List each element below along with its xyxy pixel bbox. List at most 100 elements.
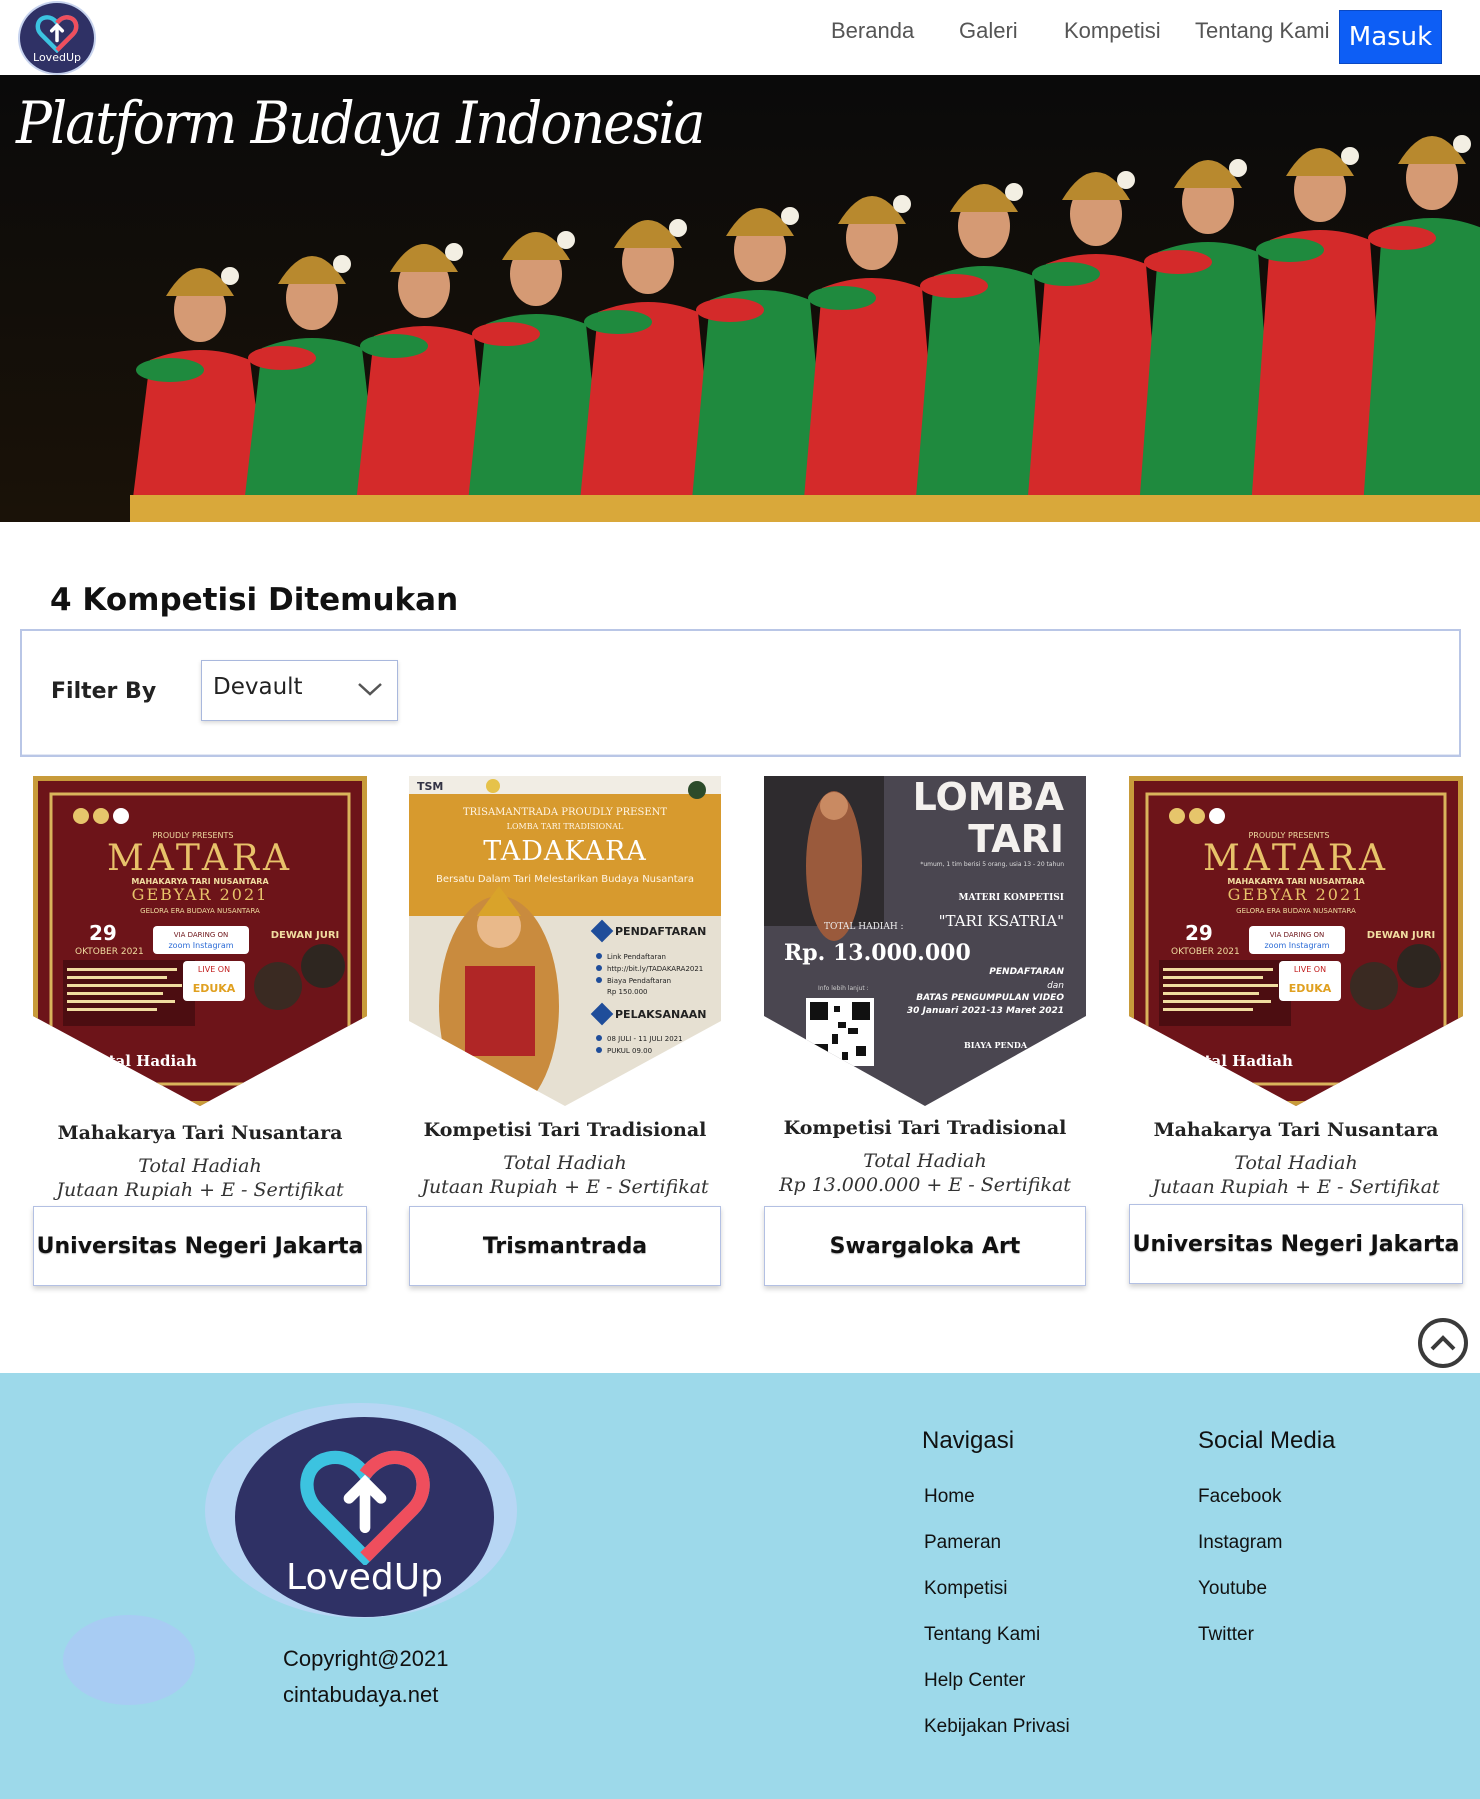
footer-nav-title: Navigasi	[922, 1427, 1015, 1454]
svg-text:Total Hadiah: Total Hadiah	[89, 1052, 197, 1070]
footer-link-tentang-kami[interactable]: Tentang Kami	[924, 1624, 1040, 1646]
competition-card[interactable]: PROUDLY PRESENTS MATARA MAHAKARYA TARI N…	[33, 776, 367, 1286]
svg-text:OKTOBER 2021: OKTOBER 2021	[75, 947, 144, 957]
card-prize-label: Total Hadiah	[1234, 1152, 1358, 1174]
competition-poster[interactable]: LOMBA TARI *umum, 1 tim berisi 5 orang, …	[764, 776, 1086, 1106]
footer-link-kebijakan-privasi[interactable]: Kebijakan Privasi	[924, 1716, 1070, 1738]
competition-poster[interactable]: TSM TRISAMANTRADA PROUDLY PRESENT LOMBA …	[409, 776, 721, 1106]
nav-link-tentang-kami[interactable]: Tentang Kami	[1195, 18, 1330, 44]
svg-text:TRISAMANTRADA PROUDLY PRESENT: TRISAMANTRADA PROUDLY PRESENT	[463, 807, 667, 818]
footer-lovedup-logo[interactable]: LovedUp	[235, 1417, 494, 1617]
site-footer: LovedUp Copyright@2021 cintabudaya.net N…	[0, 1373, 1480, 1799]
svg-text:Total Hadiah: Total Hadiah	[1185, 1052, 1293, 1070]
organizer-button[interactable]: Swargaloka Art	[764, 1206, 1086, 1286]
card-prize-label: Total Hadiah	[863, 1150, 987, 1172]
svg-text:TOTAL HADIAH :: TOTAL HADIAH :	[824, 922, 904, 932]
nav-link-kompetisi[interactable]: Kompetisi	[1064, 18, 1161, 44]
site-domain[interactable]: cintabudaya.net	[283, 1677, 448, 1713]
svg-text:LIVE ON: LIVE ON	[198, 965, 230, 974]
card-prize-value: Jutaan Rupiah + E - Sertifikat	[1152, 1176, 1440, 1198]
svg-text:Info lebih lanjut :: Info lebih lanjut :	[818, 985, 869, 992]
footer-link-twitter[interactable]: Twitter	[1198, 1624, 1254, 1646]
card-prize-value: Rp 13.000.000 + E - Sertifikat	[779, 1174, 1071, 1196]
svg-text:29: 29	[1185, 921, 1213, 945]
heart-icon	[300, 1450, 430, 1565]
poster-title: MATARA	[107, 838, 293, 879]
competition-card[interactable]: PROUDLY PRESENTS MATARA MAHAKARYA TARI N…	[1129, 776, 1463, 1286]
svg-text:PENDAFTARAN: PENDAFTARAN	[989, 967, 1064, 977]
svg-text:VIA DARING ON: VIA DARING ON	[1270, 931, 1324, 939]
svg-text:PENDAFTARAN: PENDAFTARAN	[615, 925, 706, 938]
svg-text:EDUKA: EDUKA	[1289, 982, 1332, 995]
decorative-bubble	[63, 1615, 195, 1705]
card-prize-value: Jutaan Rupiah + E - Sertifikat	[421, 1176, 709, 1198]
competition-card[interactable]: TSM TRISAMANTRADA PROUDLY PRESENT LOMBA …	[409, 776, 721, 1286]
svg-text:BIAYA PENDA: BIAYA PENDA	[964, 1040, 1028, 1050]
filter-label: Filter By	[51, 679, 157, 704]
svg-text:GELORA ERA BUDAYA NUSANTARA: GELORA ERA BUDAYA NUSANTARA	[140, 907, 260, 915]
footer-logo-text: LovedUp	[286, 1557, 443, 1598]
organizer-button[interactable]: Universitas Negeri Jakarta	[1129, 1204, 1463, 1284]
poster-title: TADAKARA	[483, 836, 647, 867]
lovedup-logo[interactable]: LovedUp	[20, 3, 94, 73]
logo-text: LovedUp	[33, 50, 81, 64]
svg-text:"TARI KSATRIA": "TARI KSATRIA"	[939, 912, 1064, 930]
login-button[interactable]: Masuk	[1339, 10, 1442, 64]
card-title: Mahakarya Tari Nusantara	[57, 1122, 343, 1144]
svg-text:MATERI KOMPETISI: MATERI KOMPETISI	[959, 893, 1064, 903]
footer-link-facebook[interactable]: Facebook	[1198, 1486, 1281, 1508]
card-prize-value: Jutaan Rupiah + E - Sertifikat	[56, 1179, 344, 1201]
svg-text:dan: dan	[1047, 981, 1064, 991]
svg-text:GEBYAR 2021: GEBYAR 2021	[132, 885, 269, 904]
footer-link-kompetisi[interactable]: Kompetisi	[924, 1578, 1007, 1600]
chevron-up-icon	[1430, 1335, 1456, 1351]
svg-text:TSM: TSM	[417, 780, 443, 793]
svg-text:zoom Instagram: zoom Instagram	[1264, 941, 1329, 950]
svg-text:DEWAN JURI: DEWAN JURI	[1367, 930, 1436, 941]
svg-text:OKTOBER 2021: OKTOBER 2021	[1171, 947, 1240, 957]
organizer-button[interactable]: Trismantrada	[409, 1206, 721, 1286]
footer-link-instagram[interactable]: Instagram	[1198, 1532, 1282, 1554]
footer-link-help-center[interactable]: Help Center	[924, 1670, 1025, 1692]
nav-link-galeri[interactable]: Galeri	[959, 18, 1018, 44]
svg-text:DEWAN JURI: DEWAN JURI	[271, 930, 340, 941]
poster-title: LOMBA	[913, 776, 1065, 819]
hero-title: Platform Budaya Indonesia	[16, 89, 705, 157]
competition-card[interactable]: LOMBA TARI *umum, 1 tim berisi 5 orang, …	[764, 776, 1086, 1286]
card-title: Mahakarya Tari Nusantara	[1153, 1119, 1439, 1141]
card-prize-label: Total Hadiah	[138, 1155, 262, 1177]
svg-text:08 JULI - 11 JULI 2021: 08 JULI - 11 JULI 2021	[607, 1035, 683, 1043]
filter-panel: Filter By Devault	[20, 629, 1461, 757]
heart-icon	[35, 14, 79, 53]
chevron-down-icon	[358, 683, 382, 696]
organizer-button[interactable]: Universitas Negeri Jakarta	[33, 1206, 367, 1286]
footer-link-pameran[interactable]: Pameran	[924, 1532, 1001, 1554]
svg-text:LIVE ON: LIVE ON	[1294, 965, 1326, 974]
svg-text:http://bit.ly/TADAKARA2021: http://bit.ly/TADAKARA2021	[607, 965, 703, 973]
svg-text:Link Pendaftaran: Link Pendaftaran	[607, 953, 666, 961]
footer-link-home[interactable]: Home	[924, 1486, 975, 1508]
footer-link-youtube[interactable]: Youtube	[1198, 1578, 1267, 1600]
svg-text:PUKUL 09.00: PUKUL 09.00	[607, 1047, 652, 1055]
scroll-to-top-button[interactable]	[1418, 1318, 1468, 1368]
top-navbar: LovedUp Beranda Galeri Kompetisi Tentang…	[0, 0, 1480, 75]
card-prize-label: Total Hadiah	[503, 1152, 627, 1174]
poster-title: MATARA	[1203, 838, 1389, 879]
svg-text:Rp. 13.000.000: Rp. 13.000.000	[784, 940, 971, 966]
svg-text:29: 29	[89, 921, 117, 945]
filter-select-value: Devault	[213, 674, 303, 700]
svg-text:PELAKSANAAN: PELAKSANAAN	[615, 1008, 707, 1021]
svg-text:TARI: TARI	[968, 817, 1064, 861]
nav-link-beranda[interactable]: Beranda	[831, 18, 914, 44]
svg-text:30 Januari 2021-13 Maret 2021: 30 Januari 2021-13 Maret 2021	[907, 1006, 1064, 1016]
svg-text:VIA DARING ON: VIA DARING ON	[174, 931, 228, 939]
filter-select[interactable]: Devault	[201, 660, 398, 721]
competition-poster[interactable]: PROUDLY PRESENTS MATARA MAHAKARYA TARI N…	[33, 776, 367, 1106]
competition-poster[interactable]: PROUDLY PRESENTS MATARA MAHAKARYA TARI N…	[1129, 776, 1463, 1106]
copyright-block: Copyright@2021 cintabudaya.net	[283, 1641, 448, 1713]
copyright-text: Copyright@2021	[283, 1646, 449, 1671]
svg-text:Biaya Pendaftaran: Biaya Pendaftaran	[607, 977, 671, 985]
card-title: Kompetisi Tari Tradisional	[783, 1117, 1067, 1139]
svg-text:zoom Instagram: zoom Instagram	[168, 941, 233, 950]
svg-text:GEBYAR 2021: GEBYAR 2021	[1228, 885, 1365, 904]
